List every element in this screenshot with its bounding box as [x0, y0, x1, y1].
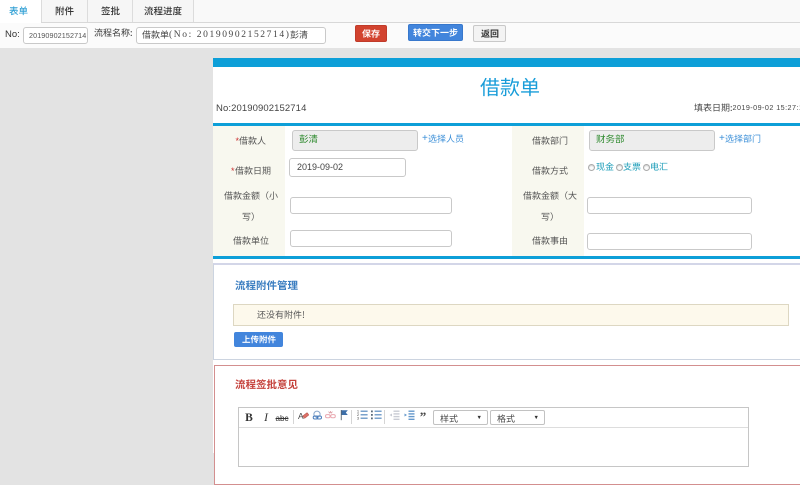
svg-text:3: 3: [357, 417, 359, 421]
